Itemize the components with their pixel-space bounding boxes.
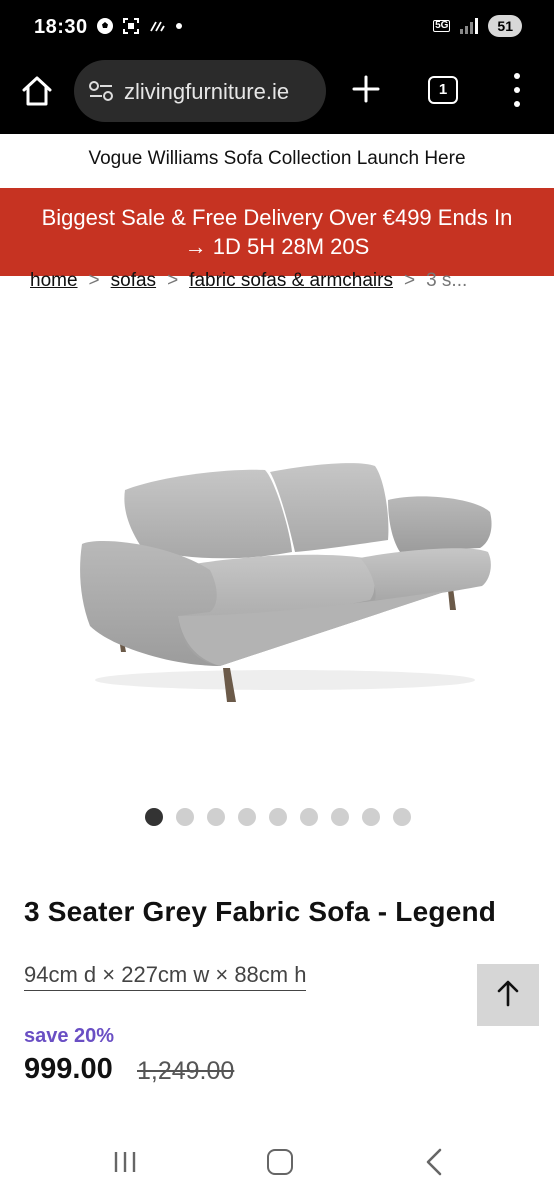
- save-badge: save 20%: [24, 1025, 115, 1047]
- scroll-to-top-button[interactable]: [477, 964, 539, 1026]
- carousel-dots: [145, 808, 411, 826]
- status-bar: 18:30 5G 51: [0, 0, 554, 56]
- screenshot-icon: [122, 17, 140, 35]
- carousel-dot[interactable]: [269, 808, 287, 826]
- sale-countdown: → 1D 5H 28M 20S: [184, 234, 370, 259]
- original-price: 1,249.00: [137, 1057, 235, 1085]
- arrow-up-icon: [496, 979, 520, 1012]
- breadcrumb-separator: >: [403, 270, 416, 291]
- carousel-dot[interactable]: [300, 808, 318, 826]
- breadcrumb-home[interactable]: home: [30, 270, 78, 291]
- breadcrumb-separator: >: [88, 270, 100, 291]
- battery-indicator: 51: [488, 15, 522, 37]
- network-label: 5G: [433, 20, 451, 32]
- carousel-dot[interactable]: [393, 808, 411, 826]
- carousel-dot[interactable]: [176, 808, 194, 826]
- product-title: 3 Seater Grey Fabric Sofa - Legend: [24, 896, 497, 927]
- tab-switcher-icon[interactable]: 1: [428, 76, 458, 104]
- sale-banner-line1: Biggest Sale & Free Delivery Over €499 E…: [41, 205, 513, 230]
- address-bar[interactable]: zlivingfurniture.ie: [74, 60, 326, 122]
- recent-apps-icon[interactable]: [113, 1150, 137, 1174]
- sale-banner[interactable]: Biggest Sale & Free Delivery Over €499 E…: [0, 188, 554, 276]
- status-time: 18:30: [34, 16, 88, 38]
- signal-icon: [460, 18, 479, 34]
- football-icon: [96, 17, 114, 35]
- breadcrumb-fabric-sofas[interactable]: fabric sofas & armchairs: [189, 270, 393, 291]
- system-nav-bar: [0, 1120, 554, 1200]
- nav-home-icon[interactable]: [267, 1149, 293, 1175]
- product-image[interactable]: [70, 440, 500, 720]
- carousel-dot[interactable]: [207, 808, 225, 826]
- chevron-left-icon[interactable]: [424, 1148, 444, 1176]
- home-icon[interactable]: [20, 74, 54, 108]
- product-dimensions[interactable]: 94cm d × 227cm w × 88cm h: [24, 962, 307, 991]
- url-text: zlivingfurniture.ie: [124, 79, 290, 104]
- carousel-dot[interactable]: [331, 808, 349, 826]
- carousel-dot[interactable]: [145, 808, 163, 826]
- plus-icon[interactable]: [350, 73, 382, 105]
- breadcrumb-separator: >: [167, 270, 179, 291]
- wifi-calling-icon: [148, 17, 166, 35]
- carousel-dot[interactable]: [238, 808, 256, 826]
- notification-icons: [96, 17, 182, 35]
- browser-toolbar: zlivingfurniture.ie 1: [0, 56, 554, 134]
- carousel-dot[interactable]: [362, 808, 380, 826]
- breadcrumb: home > sofas > fabric sofas & armchairs >3 s.…: [30, 270, 530, 292]
- sale-price: 999.00: [24, 1053, 113, 1085]
- announcement-bar[interactable]: Vogue Williams Sofa Collection Launch He…: [0, 134, 554, 188]
- tune-icon[interactable]: [88, 80, 114, 102]
- more-notifications-dot: [176, 23, 182, 29]
- breadcrumb-sofas[interactable]: sofas: [111, 270, 156, 291]
- more-vert-icon[interactable]: [510, 73, 524, 107]
- breadcrumb-current: 3 s...: [426, 270, 468, 291]
- status-right: 5G 51: [433, 15, 522, 37]
